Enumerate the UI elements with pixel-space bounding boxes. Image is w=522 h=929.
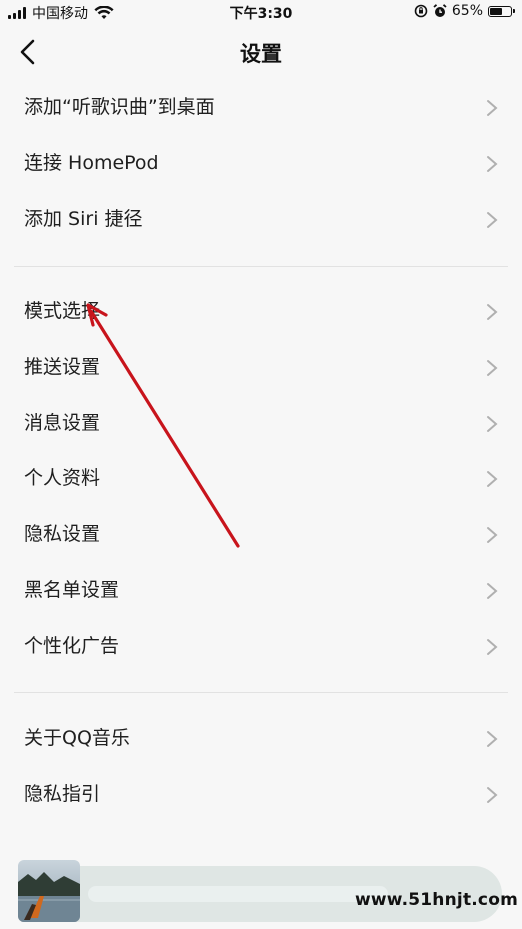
setting-connect-homepod[interactable]: 连接 HomePod bbox=[0, 136, 522, 192]
chevron-right-icon bbox=[487, 527, 498, 544]
setting-add-song-recognition[interactable]: 添加“听歌识曲”到桌面 bbox=[0, 80, 522, 136]
setting-personalized-ads[interactable]: 个性化广告 bbox=[0, 619, 522, 675]
chevron-right-icon bbox=[487, 582, 498, 599]
watermark: www.51hnjt.com bbox=[354, 890, 518, 910]
battery-level bbox=[490, 7, 503, 15]
chevron-right-icon bbox=[487, 731, 498, 747]
chevron-right-icon bbox=[487, 471, 498, 488]
chevron-right-icon bbox=[487, 100, 498, 116]
page-title: 设置 bbox=[240, 42, 282, 66]
setting-blacklist[interactable]: 黑名单设置 bbox=[0, 563, 522, 619]
setting-messages[interactable]: 消息设置 bbox=[0, 396, 522, 452]
setting-label: 连接 HomePod bbox=[24, 151, 159, 174]
battery-percent: 65% bbox=[451, 3, 483, 19]
chevron-right-icon bbox=[487, 359, 498, 376]
setting-label: 隐私设置 bbox=[24, 523, 101, 546]
setting-label: 添加“听歌识曲”到桌面 bbox=[24, 96, 215, 118]
chevron-right-icon bbox=[487, 786, 498, 803]
setting-profile[interactable]: 个人资料 bbox=[0, 451, 522, 507]
status-right: 65% bbox=[414, 3, 515, 19]
chevron-right-icon bbox=[487, 211, 498, 228]
settings-group-shortcuts: 添加“听歌识曲”到桌面 连接 HomePod 添加 Siri 捷径 bbox=[0, 80, 522, 247]
setting-label: 添加 Siri 捷径 bbox=[24, 207, 143, 230]
setting-mode-selection[interactable]: 模式选择 bbox=[0, 284, 522, 340]
setting-about-qq-music[interactable]: 关于QQ音乐 bbox=[0, 711, 522, 767]
settings-group-about: 关于QQ音乐 隐私指引 bbox=[0, 711, 522, 823]
status-bar: 中国移动 下午3:30 65% bbox=[0, 0, 522, 24]
settings-group-general: 模式选择 推送设置 消息设置 个人资料 隐私设置 黑名单设置 个性化广告 bbox=[0, 284, 522, 675]
setting-push[interactable]: 推送设置 bbox=[0, 340, 522, 396]
setting-label: 模式选择 bbox=[24, 300, 101, 322]
setting-label: 黑名单设置 bbox=[24, 578, 120, 601]
setting-privacy-guide[interactable]: 隐私指引 bbox=[0, 767, 522, 823]
nav-bar: 设置 bbox=[0, 24, 522, 80]
rotation-lock-icon bbox=[414, 4, 428, 18]
alarm-icon bbox=[433, 4, 447, 17]
divider bbox=[14, 266, 508, 267]
chevron-right-icon bbox=[487, 304, 498, 320]
mini-player-song-info bbox=[88, 886, 388, 902]
setting-label: 隐私指引 bbox=[24, 782, 101, 805]
chevron-right-icon bbox=[487, 415, 498, 432]
chevron-right-icon bbox=[487, 155, 498, 172]
setting-label: 个性化广告 bbox=[24, 634, 120, 657]
chevron-right-icon bbox=[487, 638, 498, 655]
setting-label: 消息设置 bbox=[24, 411, 101, 434]
setting-label: 推送设置 bbox=[24, 355, 101, 378]
setting-label: 个人资料 bbox=[24, 467, 101, 490]
setting-privacy[interactable]: 隐私设置 bbox=[0, 507, 522, 563]
divider bbox=[14, 692, 508, 693]
setting-add-siri-shortcut[interactable]: 添加 Siri 捷径 bbox=[0, 192, 522, 248]
setting-label: 关于QQ音乐 bbox=[24, 727, 130, 749]
album-cover[interactable] bbox=[18, 860, 80, 922]
battery-icon bbox=[488, 5, 515, 17]
